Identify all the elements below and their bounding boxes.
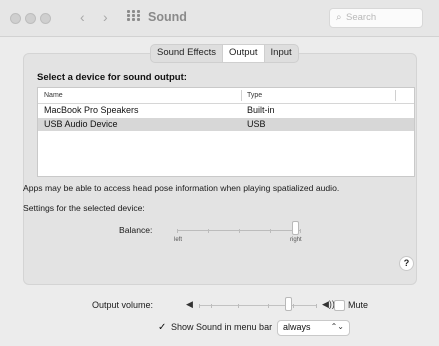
menu-bar-visibility-select[interactable]: always ⌃⌄: [277, 320, 350, 336]
balance-left-label: left: [174, 237, 183, 243]
table-row-selected[interactable]: USB Audio Device USB: [38, 118, 414, 131]
device-type: USB: [247, 119, 266, 129]
chevron-up-down-icon: ⌃⌄: [330, 322, 344, 331]
mute-checkbox[interactable]: [334, 300, 345, 311]
column-header-type[interactable]: Type: [247, 88, 262, 103]
output-volume-slider-knob[interactable]: [285, 297, 292, 311]
output-volume-label: Output volume:: [92, 300, 154, 310]
device-name: MacBook Pro Speakers: [44, 105, 139, 115]
tab-sound-effects[interactable]: Sound Effects: [151, 45, 223, 62]
column-header-name[interactable]: Name: [44, 88, 63, 103]
speaker-low-icon: ◀: [186, 299, 193, 309]
device-settings-label: Settings for the selected device:: [23, 203, 145, 213]
search-field[interactable]: ⌕ Search: [329, 8, 423, 28]
device-name: USB Audio Device: [44, 119, 118, 129]
slider-tick: [270, 229, 271, 233]
balance-slider-track[interactable]: [177, 229, 301, 233]
back-icon[interactable]: ‹: [80, 9, 85, 25]
slider-tick: [293, 304, 294, 308]
minimize-window-icon[interactable]: [25, 13, 36, 24]
balance-slider-knob[interactable]: [292, 221, 299, 235]
slider-tick: [268, 304, 269, 308]
window-title: Sound: [148, 10, 187, 24]
slider-tick: [177, 229, 178, 233]
show-in-menu-bar-checkbox[interactable]: ✓: [158, 322, 166, 333]
sound-preferences-window: ‹ › Sound ⌕ Search Sound Effects Output …: [0, 0, 439, 346]
search-placeholder: Search: [346, 12, 377, 23]
zoom-window-icon[interactable]: [40, 13, 51, 24]
output-volume-slider-track[interactable]: [199, 304, 317, 308]
show-all-grid-icon[interactable]: [127, 10, 141, 22]
output-device-table: Name Type MacBook Pro Speakers Built-in …: [37, 87, 415, 177]
tab-bar: Sound Effects Output Input: [150, 44, 299, 63]
slider-tick: [316, 304, 317, 308]
tab-input[interactable]: Input: [265, 45, 298, 62]
head-pose-info-text: Apps may be able to access head pose inf…: [23, 183, 340, 193]
column-separator: [241, 90, 242, 101]
slider-tick: [199, 304, 200, 308]
table-row[interactable]: MacBook Pro Speakers Built-in: [38, 104, 414, 117]
speaker-high-icon: ◀)): [322, 299, 335, 309]
balance-label: Balance:: [119, 225, 153, 235]
slider-tick: [300, 229, 301, 233]
forward-icon[interactable]: ›: [103, 9, 108, 25]
close-window-icon[interactable]: [10, 13, 21, 24]
show-in-menu-bar-label: Show Sound in menu bar: [171, 322, 273, 332]
output-device-heading: Select a device for sound output:: [37, 72, 187, 83]
tab-output[interactable]: Output: [222, 45, 265, 62]
search-icon: ⌕: [336, 12, 342, 23]
column-separator: [395, 90, 396, 101]
slider-tick: [239, 229, 240, 233]
device-type: Built-in: [247, 105, 275, 115]
slider-tick: [238, 304, 239, 308]
title-bar: ‹ › Sound ⌕ Search: [0, 0, 439, 37]
mute-label: Mute: [348, 300, 369, 310]
slider-tick: [208, 229, 209, 233]
help-button[interactable]: ?: [399, 256, 414, 271]
select-value: always: [283, 322, 311, 332]
slider-tick: [211, 304, 212, 308]
balance-right-label: right: [290, 237, 302, 243]
